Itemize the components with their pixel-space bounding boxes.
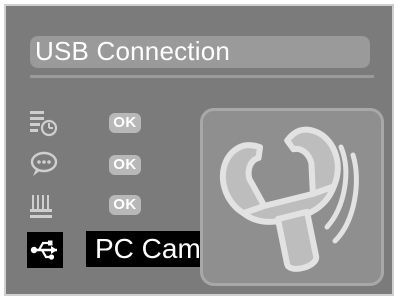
usb-icon[interactable] [27, 232, 63, 268]
camera-menu-screen: USB Connection OK OK OK PC Cam [0, 0, 401, 301]
selected-option-label[interactable]: PC Cam [95, 231, 201, 267]
row-2-status[interactable]: OK [109, 155, 141, 175]
date-time-stamp-icon[interactable] [28, 109, 58, 137]
page-title: USB Connection [35, 36, 231, 66]
flicker-frequency-icon[interactable] [28, 192, 58, 220]
row-3-status[interactable]: OK [109, 195, 141, 215]
speech-bubble-icon[interactable] [29, 150, 59, 178]
row-1-status[interactable]: OK [109, 113, 141, 133]
wrench-icon [220, 126, 359, 272]
title-divider [30, 75, 374, 78]
mode-preview-panel [200, 108, 384, 286]
